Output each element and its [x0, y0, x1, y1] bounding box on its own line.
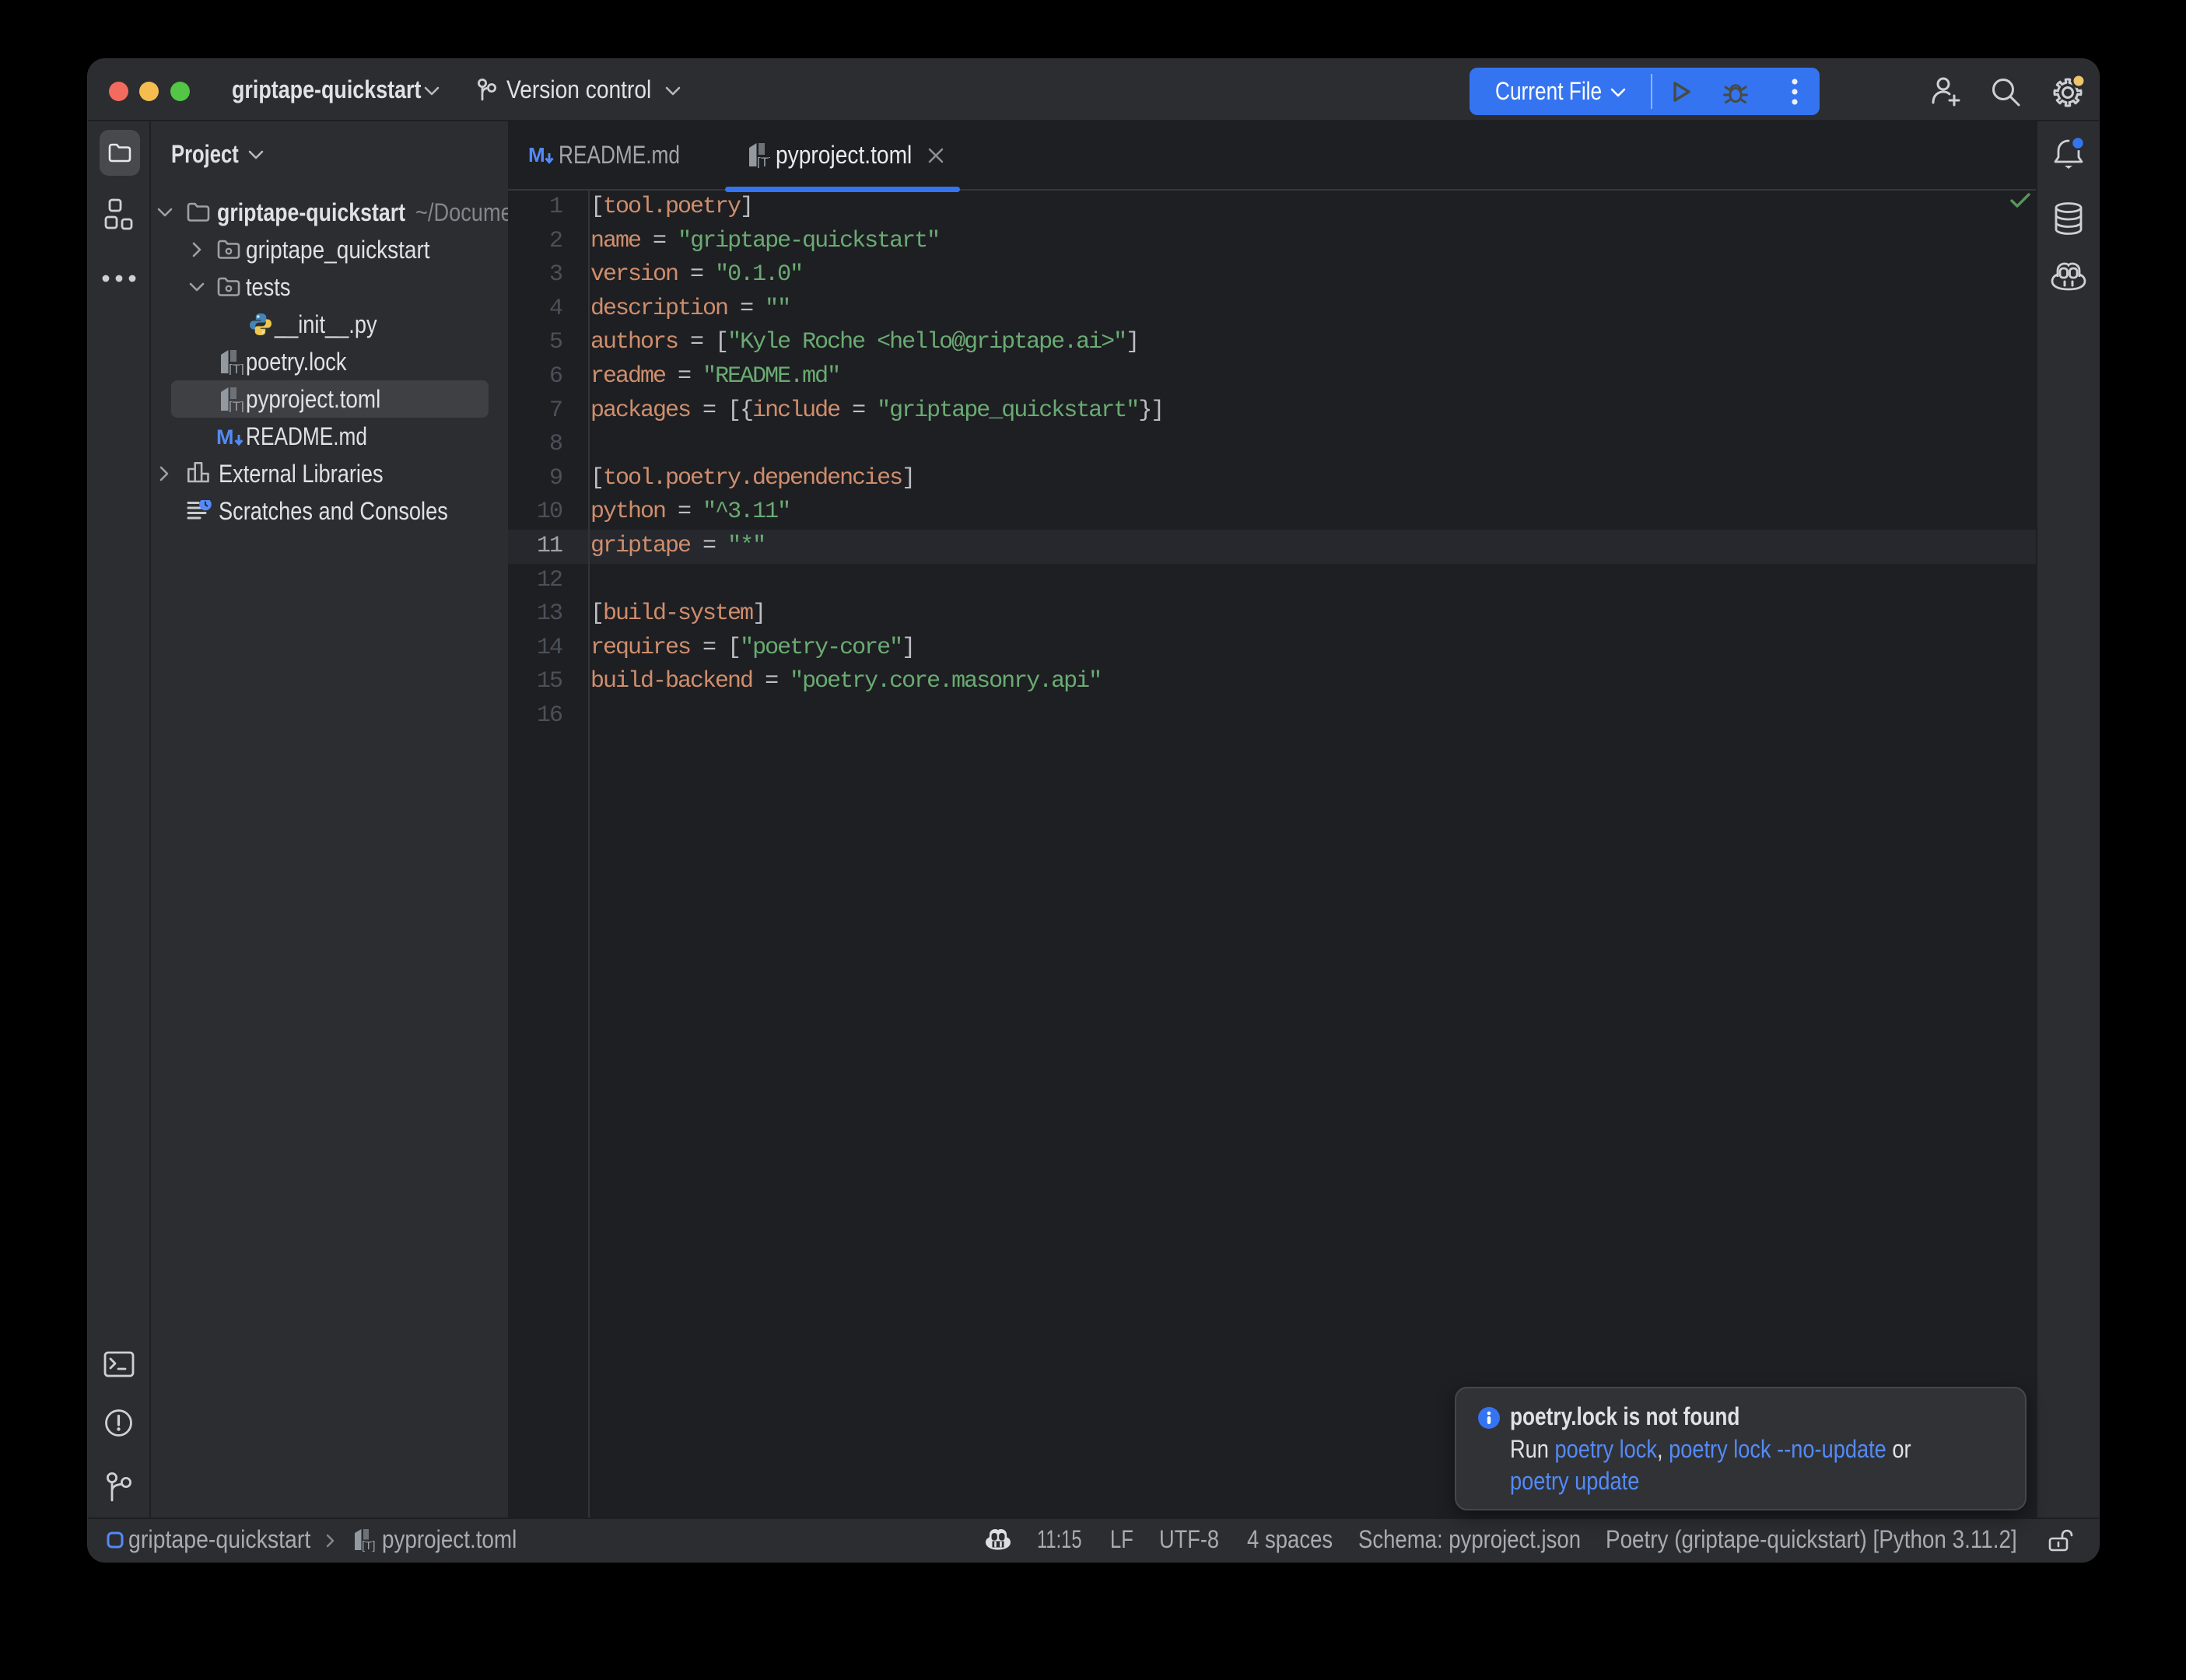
svg-text:M: M: [528, 144, 545, 166]
svg-text:[T]: [T]: [229, 362, 243, 375]
svg-text:[T]: [T]: [757, 155, 770, 168]
svg-text:M: M: [216, 425, 234, 449]
svg-text:[T]: [T]: [362, 1539, 376, 1552]
svg-text:[T]: [T]: [229, 399, 243, 412]
